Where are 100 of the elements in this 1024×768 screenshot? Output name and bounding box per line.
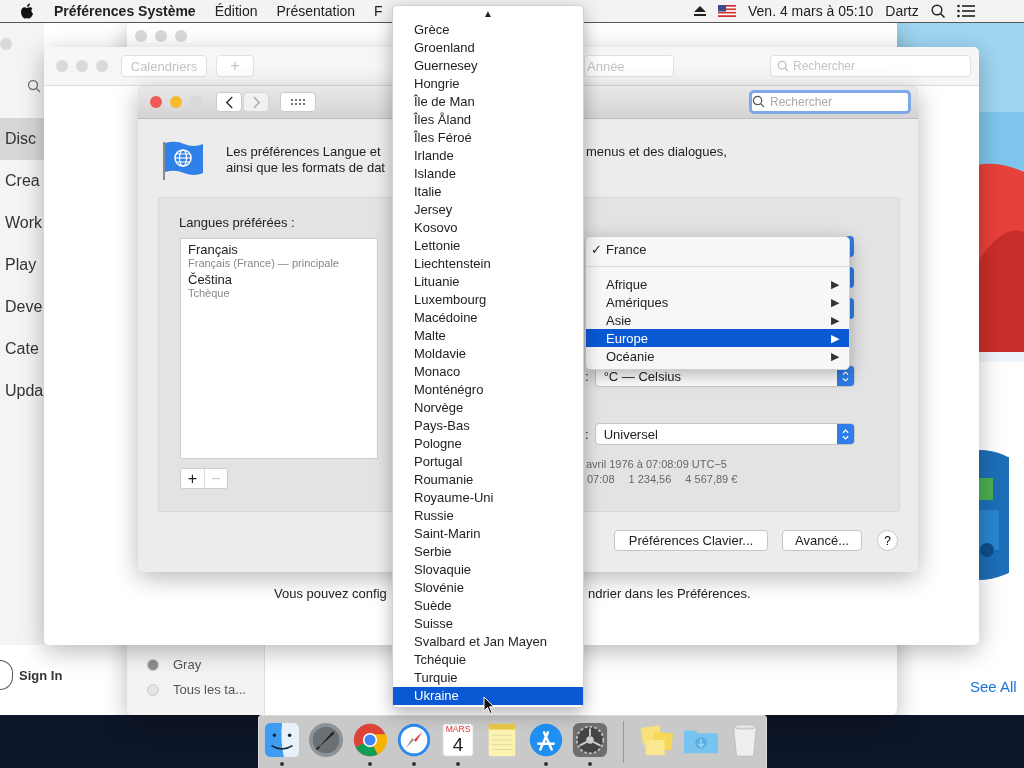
window-control[interactable] [155, 30, 167, 42]
sign-in-link[interactable]: Sign In [19, 667, 63, 683]
menu-item[interactable]: Îles Féroé [393, 129, 583, 147]
popup-label: : [585, 368, 589, 384]
see-all-link[interactable]: See All [970, 678, 1017, 695]
menu-item[interactable]: Lituanie [393, 273, 583, 291]
menu-item[interactable]: Macédoine [393, 309, 583, 327]
sidebar-item[interactable]: Cate [0, 328, 44, 370]
calendar-name: Tous les ta... [173, 682, 246, 697]
calendar-dot[interactable] [147, 658, 159, 671]
app-store-icon[interactable] [527, 721, 565, 759]
menu-item[interactable]: Serbie [393, 543, 583, 561]
search-icon [27, 79, 41, 93]
menu-item[interactable]: Pays-Bas [393, 417, 583, 435]
menu-item[interactable]: Grèce [393, 21, 583, 39]
back-button[interactable] [216, 92, 242, 112]
menu-item[interactable]: Irlande [393, 147, 583, 165]
menu-item[interactable]: Norvège [393, 399, 583, 417]
advanced-button[interactable]: Avancé... [782, 530, 862, 551]
search-icon[interactable] [930, 4, 945, 18]
menu-item[interactable]: Jersey [393, 201, 583, 219]
window-control[interactable] [96, 60, 108, 72]
menu-item[interactable]: Slovénie [393, 579, 583, 597]
language-name[interactable]: Français [188, 242, 370, 257]
menu-item[interactable]: Islande [393, 165, 583, 183]
menu-item[interactable]: Afrique ▶ [586, 275, 849, 293]
search-icon [752, 95, 765, 108]
add-button[interactable]: + [181, 469, 204, 488]
menu-item[interactable]: Royaume-Uni [393, 489, 583, 507]
window-control[interactable] [135, 30, 147, 42]
clock-text[interactable]: Ven. 4 mars à 05:10 [748, 3, 874, 19]
menu-item[interactable]: Moldavie [393, 345, 583, 363]
calendar-name: Gray [173, 657, 202, 672]
gear-icon[interactable] [571, 721, 609, 759]
menu-item[interactable]: Hongrie [393, 75, 583, 93]
user-name[interactable]: Dartz [885, 3, 919, 19]
search-icon [777, 60, 789, 72]
menu-title[interactable]: Présentation [276, 3, 356, 19]
chrome-icon[interactable] [351, 721, 389, 759]
calendar-icon[interactable]: MARS 4 [439, 721, 477, 759]
compass-icon[interactable] [395, 721, 433, 759]
menu-item[interactable]: Suède [393, 597, 583, 615]
menu-item[interactable]: Amériques ▶ [586, 293, 849, 311]
sidebar-item[interactable]: Work [0, 202, 44, 244]
apple-icon[interactable] [20, 3, 34, 19]
menu-item[interactable]: ✓ France [586, 240, 849, 258]
sidebar-item[interactable]: Disc [0, 118, 44, 160]
close-button[interactable] [150, 96, 162, 108]
menu-item[interactable]: Roumanie [393, 471, 583, 489]
menu-item[interactable]: Ukraine [393, 687, 583, 705]
menu-item[interactable]: Suisse [393, 615, 583, 633]
menu-item[interactable]: Lettonie [393, 237, 583, 255]
menu-item[interactable]: Portugal [393, 453, 583, 471]
menu-item[interactable]: Turquie [393, 669, 583, 687]
window-control[interactable] [76, 60, 88, 72]
menu-item[interactable]: Saint-Marin [393, 525, 583, 543]
menu-item[interactable]: Italie [393, 183, 583, 201]
list-icon[interactable] [956, 4, 975, 18]
help-button[interactable]: ? [877, 530, 898, 551]
menu-item[interactable]: Île de Man [393, 93, 583, 111]
window-control[interactable] [0, 38, 12, 50]
menu-item[interactable]: Îles Åland [393, 111, 583, 129]
menu-item[interactable]: Europe ▶ [586, 329, 849, 347]
keyboard-preferences-button[interactable]: Préférences Clavier... [614, 530, 768, 551]
sidebar-item[interactable]: Crea [0, 160, 44, 202]
running-indicator [456, 762, 460, 766]
menu-item[interactable]: Malte [393, 327, 583, 345]
grid-button[interactable] [280, 92, 316, 112]
minimize-button[interactable] [170, 96, 182, 108]
window-control[interactable] [175, 30, 187, 42]
menu-item[interactable]: Monténégro [393, 381, 583, 399]
sidebar-item[interactable]: Play [0, 244, 44, 286]
popup-menu[interactable]: Universel [594, 423, 855, 445]
menu-item[interactable]: Slovaquie [393, 561, 583, 579]
menu-title[interactable]: Préférences Système [54, 3, 196, 19]
flag-icon[interactable] [718, 5, 736, 17]
chevron-right-icon [251, 95, 261, 109]
calendar-dot[interactable] [147, 683, 159, 696]
menu-item[interactable]: Russie [393, 507, 583, 525]
menu-item[interactable]: Guernesey [393, 57, 583, 75]
finder-face-icon[interactable] [263, 721, 301, 759]
window-control[interactable] [56, 60, 68, 72]
eject-icon[interactable] [694, 6, 706, 16]
menu-title[interactable]: Édition [214, 3, 258, 19]
menu-item[interactable]: Pologne [393, 435, 583, 453]
menu-item[interactable]: Kosovo [393, 219, 583, 237]
sidebar-item[interactable]: Deve [0, 286, 44, 328]
menu-item[interactable]: Liechtenstein [393, 255, 583, 273]
menu-item[interactable]: Groenland [393, 39, 583, 57]
menu-item[interactable]: Océanie ▶ [586, 347, 849, 365]
menu-item[interactable]: Tchéquie [393, 651, 583, 669]
sidebar-item[interactable]: Upda [0, 370, 44, 412]
menu-item[interactable]: Asie ▶ [586, 311, 849, 329]
search-field[interactable]: Rechercher [749, 90, 911, 114]
menu-item[interactable]: Svalbard et Jan Mayen [393, 633, 583, 651]
menu-item[interactable]: Luxembourg [393, 291, 583, 309]
menu-item[interactable]: Monaco [393, 363, 583, 381]
language-name[interactable]: Čeština [188, 272, 370, 287]
scroll-arrow[interactable]: ▲ [483, 8, 493, 19]
menu-title[interactable]: F [374, 3, 383, 19]
